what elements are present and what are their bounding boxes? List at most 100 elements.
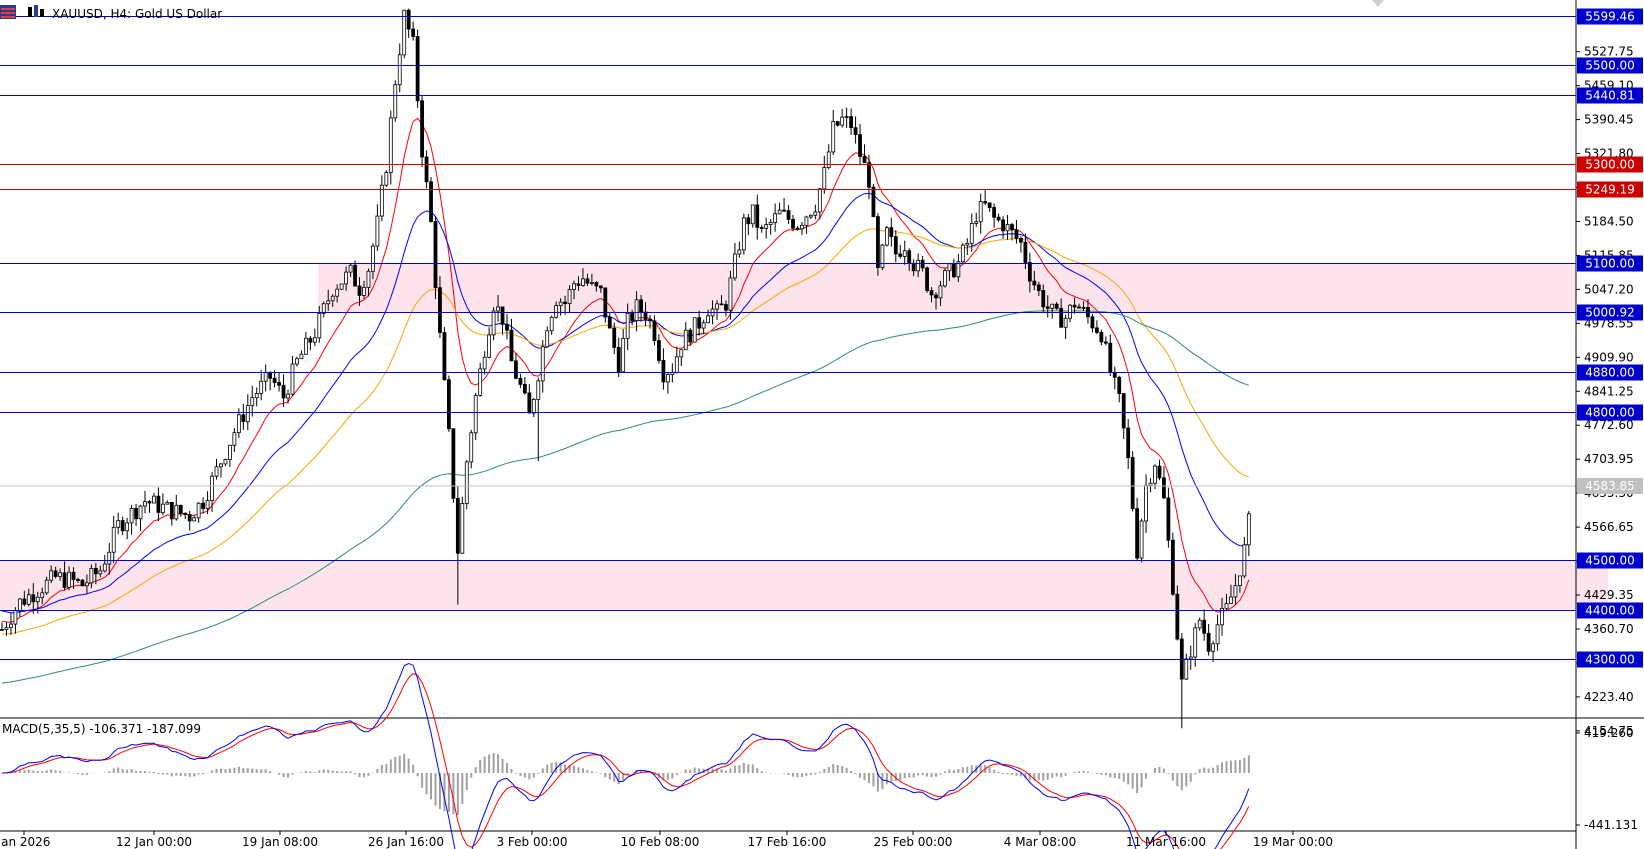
x-tick-label: 4 Mar 08:00 (1004, 835, 1077, 849)
candle-body-bear (755, 204, 760, 228)
candle-body-bear (241, 414, 246, 423)
candle (433, 216, 438, 300)
candle (1175, 585, 1180, 641)
candle-body-bull (482, 356, 487, 370)
candle-body-bull (733, 253, 737, 279)
level-tag-label: 5440.81 (1585, 89, 1635, 103)
candle-body-bull (558, 301, 563, 306)
chart[interactable]: 419.260-441.131 5527.755459.105390.45532… (0, 0, 1644, 849)
candle-body-bull (397, 54, 402, 86)
candle-body-bear (169, 502, 174, 520)
candle-body-bear (657, 340, 661, 361)
candle-body-bear (951, 263, 956, 278)
candle-body-bull (884, 227, 889, 246)
candle-body-bear (71, 571, 76, 580)
candle-body-bear (616, 347, 621, 373)
candle-body-bear (120, 520, 125, 532)
candle-body-bull (706, 315, 710, 324)
candle-body-bear (1206, 632, 1211, 652)
candle (402, 9, 407, 59)
level-tag-label: 5599.46 (1585, 10, 1635, 24)
candle-body-bear (987, 202, 992, 208)
candle-body-bull (1211, 643, 1215, 652)
y-tick-label: 5047.20 (1584, 282, 1634, 296)
candle (339, 283, 344, 290)
candle-body-bull (701, 322, 706, 329)
level-tag-label: 5100.00 (1585, 257, 1635, 271)
candle-body-bear (31, 594, 36, 603)
candle-body-bear (648, 318, 652, 322)
candle-body-bull (85, 582, 89, 587)
candle-body-bull (768, 222, 773, 226)
candle-body-bull (366, 270, 371, 288)
candle-body-bear (147, 501, 152, 504)
candle-body-bear (455, 497, 460, 554)
candle (871, 183, 876, 218)
candle-body-bull (1233, 585, 1238, 598)
level-tag-label: 5249.19 (1585, 183, 1635, 197)
candle (876, 213, 880, 276)
candle-body-bull (102, 563, 107, 572)
candle-body-bull (965, 242, 970, 246)
candle-body-bull (1193, 627, 1198, 658)
candle (420, 95, 424, 168)
y-tick-label: 4429.35 (1584, 588, 1634, 602)
candle-body-bull (339, 283, 344, 290)
candle-body-bear (183, 512, 188, 515)
candle-body-bull (1063, 317, 1068, 328)
candle-body-bear (598, 285, 603, 289)
candle-body-bull (1238, 575, 1242, 587)
candle-body-bear (1010, 224, 1014, 231)
candle-body-bull (817, 188, 822, 213)
candle-body-bear (934, 294, 938, 299)
candle-body-bull (312, 337, 317, 343)
candle-body-bull (326, 300, 331, 305)
candle-body-bull (621, 338, 626, 373)
candle-body-bear (1135, 508, 1140, 559)
candle (393, 80, 398, 122)
candle-body-bear (500, 306, 505, 325)
candle-body-bull (259, 380, 264, 394)
candle-body-bull (679, 349, 684, 358)
x-tick-label: Jan 2026 (0, 835, 50, 849)
candle-body-bear (406, 9, 411, 30)
candle-body-bear (911, 262, 916, 272)
candle-body-bull (348, 264, 353, 273)
y-tick-label: 4154.75 (1584, 724, 1634, 738)
candle-body-bear (876, 216, 880, 268)
y-tick-label: 5184.50 (1584, 214, 1634, 228)
candle-body-bear (308, 337, 313, 343)
level-tag-label: 4400.00 (1585, 604, 1635, 618)
candle-body-bull (554, 305, 559, 318)
candle-body-bull (254, 393, 259, 399)
candle-body-bear (853, 127, 858, 136)
x-tick-label: 17 Feb 16:00 (748, 835, 827, 849)
candle-body-bull (969, 223, 974, 244)
y-tick-label: 4223.40 (1584, 690, 1634, 704)
candle-body-bear (80, 579, 85, 587)
candle-body-bull (174, 504, 179, 520)
candle-body-bull (536, 380, 541, 400)
candle-body-bull (549, 316, 554, 332)
candle-body-bull (943, 270, 947, 287)
candle-body-bull (674, 356, 679, 373)
candle-body-bull (469, 432, 474, 463)
zone-rect (0, 560, 1608, 610)
x-tick-label: 10 Feb 08:00 (621, 835, 700, 849)
candle-body-bear (1054, 303, 1059, 309)
candle-body-bull (129, 507, 134, 524)
x-tick-label: 11 Mar 16:00 (1126, 835, 1206, 849)
candle-body-bull (344, 271, 349, 285)
candle-body-bear (996, 216, 1001, 221)
candle (692, 317, 697, 343)
x-tick-label: 19 Mar 00:00 (1253, 835, 1333, 849)
candle-body-bull (286, 393, 290, 399)
candle-body-bear (1077, 306, 1081, 309)
candle-body-bear (156, 495, 161, 513)
candle-body-bull (160, 503, 165, 513)
level-tag-label: 5500.00 (1585, 59, 1635, 73)
y-tick-label: 4909.90 (1584, 350, 1634, 364)
candle-body-bull (844, 116, 849, 118)
candle-body-bear (1094, 327, 1099, 333)
candle-body-bull (192, 517, 197, 522)
